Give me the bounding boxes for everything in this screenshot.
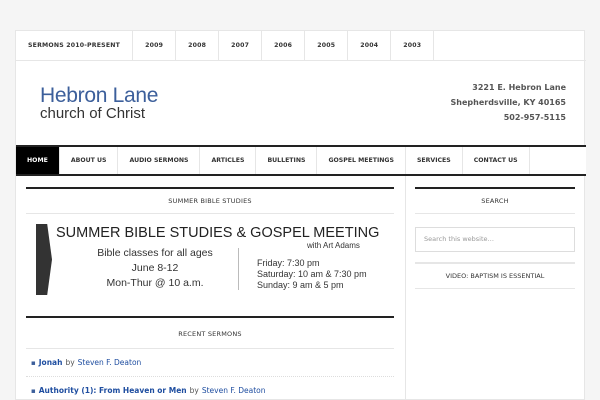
top-nav-2004[interactable]: 2004 [348, 31, 392, 61]
banner-title: SUMMER BIBLE STUDIES & GOSPEL MEETING [56, 225, 380, 241]
search-widget-heading: SEARCH [415, 187, 575, 214]
sermon-author-link[interactable]: Steven F. Deaton [202, 386, 266, 395]
banner-right-line1: Friday: 7:30 pm [257, 258, 320, 268]
address-phone: 502-957-5115 [503, 113, 566, 122]
top-nav-2003[interactable]: 2003 [391, 31, 435, 61]
banner-meeting-times: Friday: 7:30 pm Saturday: 10 am & 7:30 p… [257, 258, 367, 291]
sermon-by-label: by [65, 358, 75, 367]
nav-bulletins[interactable]: BULLETINS [256, 147, 318, 174]
video-widget-heading: VIDEO: BAPTISM IS ESSENTIAL [415, 262, 575, 289]
address-city: Shepherdsville, KY 40165 [450, 98, 566, 107]
summer-studies-banner[interactable]: SUMMER BIBLE STUDIES & GOSPEL MEETING wi… [26, 223, 394, 309]
banner-divider [238, 248, 239, 290]
top-nav-2005[interactable]: 2005 [305, 31, 349, 61]
bullet-icon: ▪ [31, 359, 36, 367]
nav-audio-sermons[interactable]: AUDIO SERMONS [118, 147, 201, 174]
address-street: 3221 E. Hebron Lane [472, 83, 566, 92]
nav-articles[interactable]: ARTICLES [200, 147, 257, 174]
sidebar: SEARCH Search this website… VIDEO: BAPTI… [415, 187, 575, 289]
banner-subtitle: with Art Adams [307, 241, 360, 250]
nav-about-us[interactable]: ABOUT US [60, 147, 119, 174]
top-nav-2008[interactable]: 2008 [176, 31, 220, 61]
top-archive-nav: SERMONS 2010-PRESENT 2009 2008 2007 2006… [16, 31, 586, 61]
nav-home[interactable]: HOME [16, 147, 60, 174]
top-nav-2006[interactable]: 2006 [262, 31, 306, 61]
banner-left-line1: Bible classes for all ages [97, 247, 213, 259]
sermon-title-link[interactable]: Authority (1): From Heaven or Men [39, 386, 187, 395]
recent-sermons-section: RECENT SERMONS ▪ Jonah by Steven F. Deaton … [26, 322, 394, 400]
page-container: SERMONS 2010-PRESENT 2009 2008 2007 2006… [15, 30, 586, 400]
banner-left-line3: Mon-Thur @ 10 a.m. [106, 277, 204, 289]
column-divider [405, 176, 406, 400]
summer-studies-heading: SUMMER BIBLE STUDIES [26, 187, 394, 214]
banner-classes-info: Bible classes for all ages June 8-12 Mon… [70, 246, 240, 291]
site-logo-line2[interactable]: church of Christ [40, 105, 145, 122]
nav-services[interactable]: SERVICES [406, 147, 463, 174]
banner-left-line2: June 8-12 [131, 262, 179, 274]
banner-right-line3: Sunday: 9 am & 5 pm [257, 280, 344, 290]
nav-contact-us[interactable]: CONTACT US [463, 147, 530, 174]
bullet-icon: ▪ [31, 387, 36, 395]
nav-gospel-meetings[interactable]: GOSPEL MEETINGS [317, 147, 406, 174]
banner-arrow-graphic [36, 224, 52, 295]
list-item: ▪ Jonah by Steven F. Deaton [26, 349, 394, 377]
recent-sermons-heading: RECENT SERMONS [26, 322, 394, 349]
site-header: Hebron Lane church of Christ 3221 E. Heb… [16, 61, 586, 145]
main-content: SUMMER BIBLE STUDIES SUMMER BIBLE STUDIE… [26, 187, 394, 400]
top-nav-sermons-2010-present[interactable]: SERMONS 2010-PRESENT [16, 31, 134, 61]
section-separator [26, 316, 394, 318]
top-nav-2009[interactable]: 2009 [133, 31, 177, 61]
sermon-by-label: by [189, 386, 199, 395]
top-nav-2007[interactable]: 2007 [219, 31, 263, 61]
contact-address: 3221 E. Hebron Lane Shepherdsville, KY 4… [451, 80, 566, 125]
banner-right-line2: Saturday: 10 am & 7:30 pm [257, 269, 367, 279]
search-input[interactable]: Search this website… [415, 227, 575, 252]
list-item: ▪ Authority (1): From Heaven or Men by Stev… [26, 377, 394, 400]
main-nav: HOME ABOUT US AUDIO SERMONS ARTICLES BUL… [16, 145, 586, 176]
sermon-title-link[interactable]: Jonah [39, 358, 63, 367]
sermon-author-link[interactable]: Steven F. Deaton [78, 358, 142, 367]
